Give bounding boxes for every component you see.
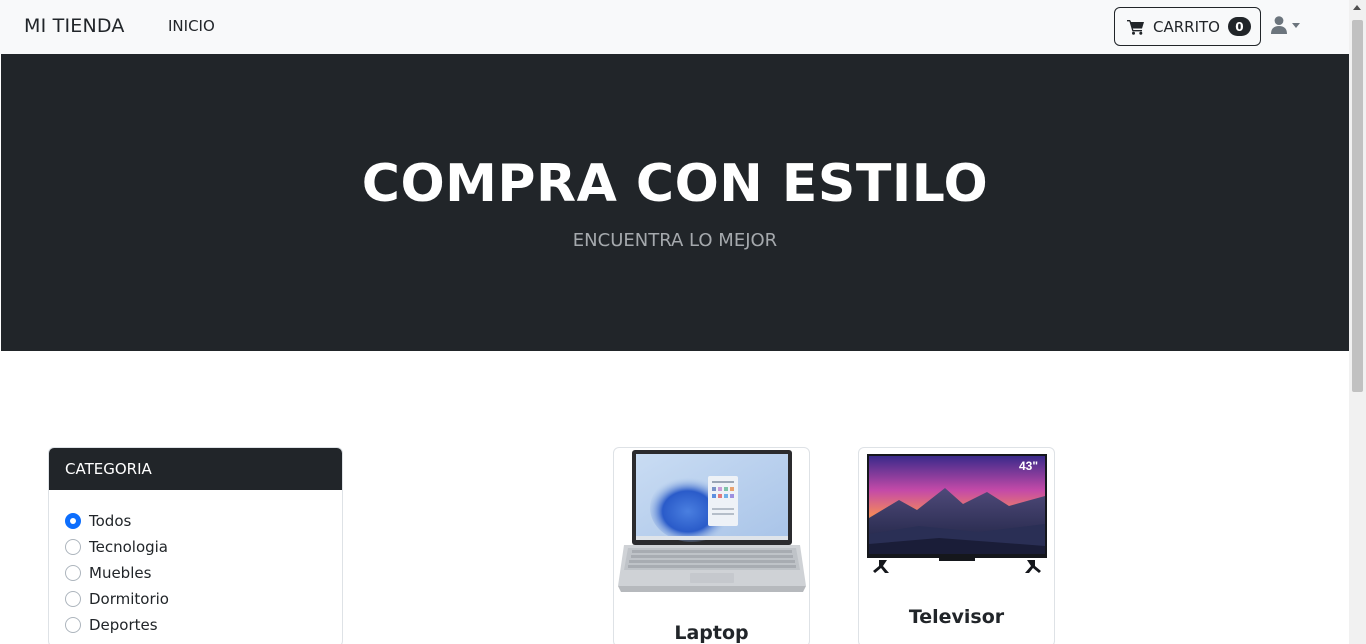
product-card-televisor[interactable]: 43" Televisor [858, 447, 1055, 644]
category-filter: CATEGORIA Todos Tecnologia Muebles Dormi… [48, 447, 343, 644]
category-option-muebles[interactable]: Muebles [65, 560, 326, 586]
scroll-up-icon[interactable] [1353, 5, 1361, 10]
radio-tecnologia[interactable] [65, 539, 81, 555]
svg-text:43": 43" [1019, 459, 1038, 473]
cart-label: CARRITO [1153, 17, 1220, 36]
hero-banner: COMPRA CON ESTILO ENCUENTRA LO MEJOR [1, 54, 1349, 351]
cart-icon [1127, 19, 1144, 35]
category-option-dormitorio[interactable]: Dormitorio [65, 586, 326, 612]
category-label: Deportes [89, 616, 158, 634]
category-header: CATEGORIA [49, 448, 342, 490]
laptop-image [618, 450, 806, 592]
product-name: Televisor [908, 606, 1005, 628]
brand-logo[interactable]: MI TIENDA [24, 15, 125, 37]
nav-link-inicio[interactable]: INICIO [168, 17, 215, 35]
cart-button[interactable]: CARRITO 0 [1114, 7, 1261, 46]
user-icon [1271, 16, 1287, 34]
radio-muebles[interactable] [65, 565, 81, 581]
hero-title: COMPRA CON ESTILO [361, 154, 989, 214]
tv-image: 43" [867, 454, 1047, 573]
scrollbar-thumb[interactable] [1352, 20, 1363, 392]
product-name: Laptop [674, 622, 749, 644]
navbar: MI TIENDA INICIO CARRITO 0 [0, 0, 1349, 54]
category-option-deportes[interactable]: Deportes [65, 612, 326, 638]
category-list: Todos Tecnologia Muebles Dormitorio Depo… [49, 490, 342, 638]
category-label: Muebles [89, 564, 152, 582]
radio-todos[interactable] [65, 513, 81, 529]
category-label: Todos [89, 512, 132, 530]
product-card-laptop[interactable]: Laptop [613, 447, 810, 644]
cart-count-badge: 0 [1227, 17, 1251, 36]
chevron-down-icon [1292, 22, 1300, 28]
radio-deportes[interactable] [65, 617, 81, 633]
user-menu-toggle[interactable] [1271, 16, 1300, 34]
radio-dormitorio[interactable] [65, 591, 81, 607]
category-option-todos[interactable]: Todos [65, 508, 326, 534]
category-label: Tecnologia [89, 538, 168, 556]
page-scrollbar[interactable] [1349, 0, 1366, 644]
hero-subtitle: ENCUENTRA LO MEJOR [572, 230, 778, 251]
category-label: Dormitorio [89, 590, 169, 608]
category-option-tecnologia[interactable]: Tecnologia [65, 534, 326, 560]
